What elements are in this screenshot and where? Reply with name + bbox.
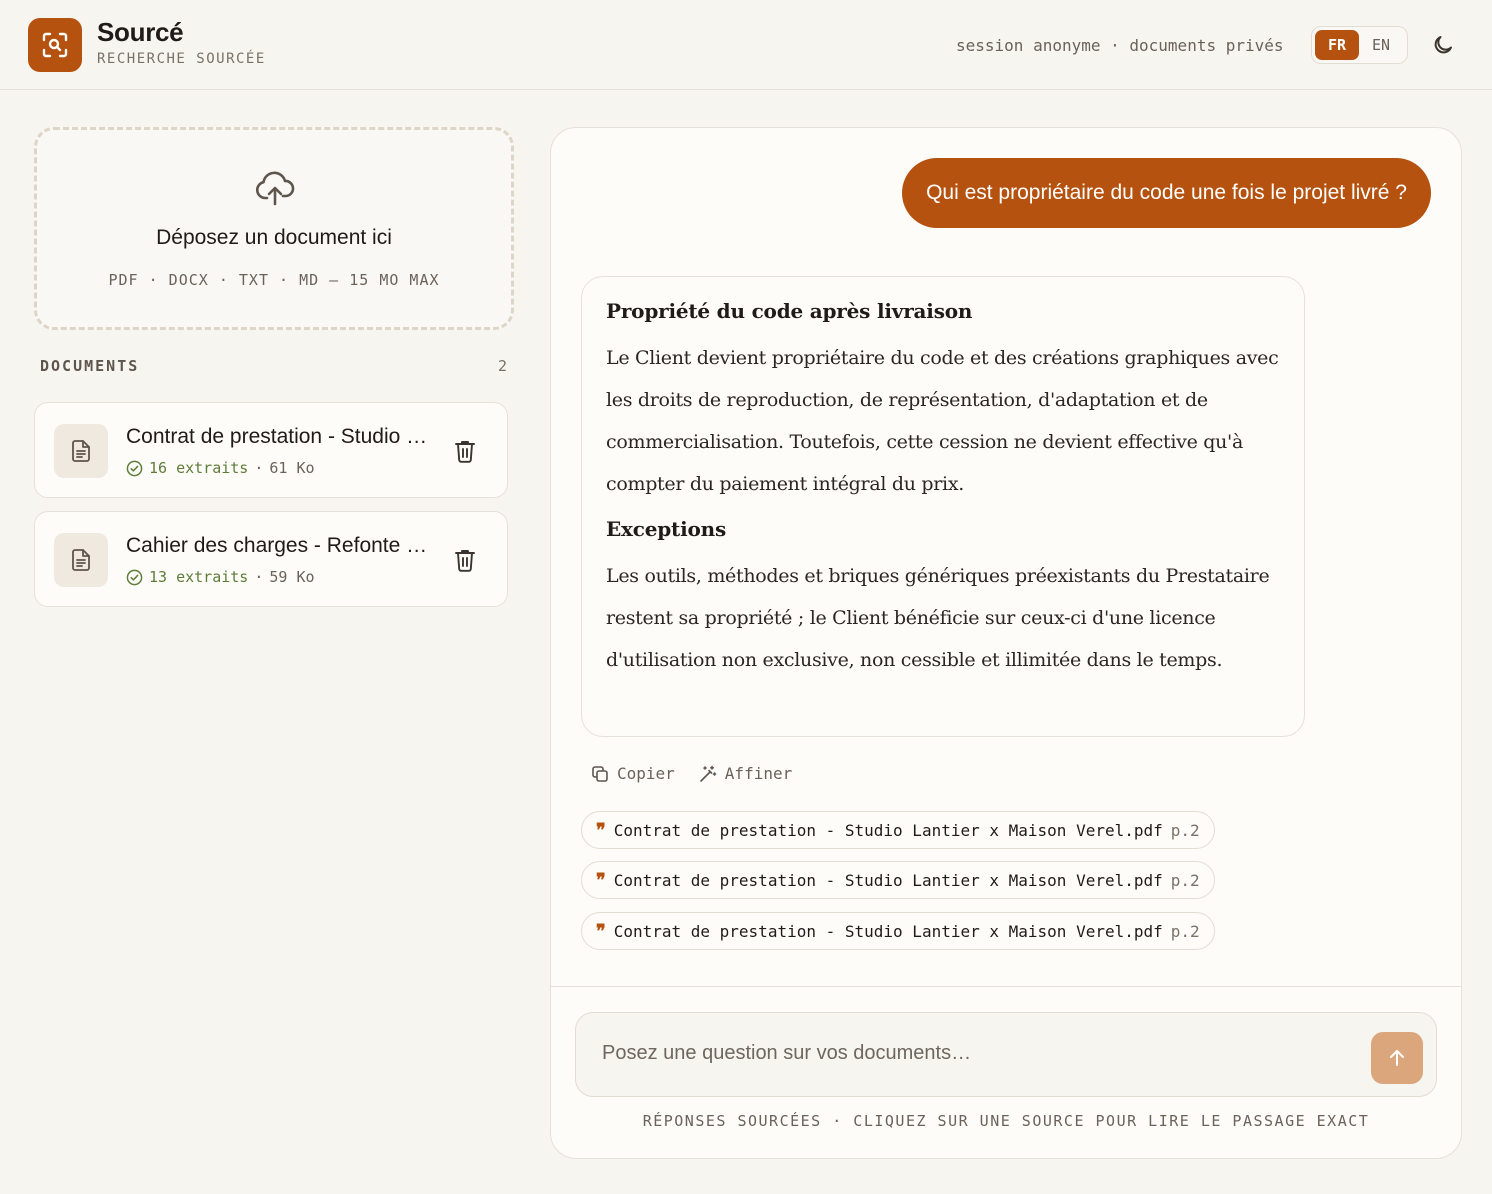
source-name: Contrat de prestation - Studio Lantier x… bbox=[613, 870, 1163, 890]
brand-title: Sourcé bbox=[97, 17, 184, 47]
user-message: Qui est propriétaire du code une fois le… bbox=[902, 158, 1431, 228]
source-citation[interactable]: ❞ Contrat de prestation - Studio Lantier… bbox=[581, 912, 1215, 950]
brand-subtitle: RECHERCHE SOURCÉE bbox=[97, 51, 266, 67]
copy-button[interactable]: Copier bbox=[591, 764, 675, 783]
source-page: p.2 bbox=[1170, 921, 1200, 941]
document-item[interactable]: Cahier des charges - Refonte du site.pdf… bbox=[34, 511, 508, 607]
source-citation[interactable]: ❞ Contrat de prestation - Studio Lantier… bbox=[581, 861, 1215, 899]
upload-title: Déposez un document ici bbox=[156, 226, 392, 249]
source-page: p.2 bbox=[1170, 870, 1200, 890]
app-logo bbox=[28, 18, 82, 72]
app-header: Sourcé RECHERCHE SOURCÉE session anonyme… bbox=[0, 0, 1492, 90]
document-extracts: 13 extraits bbox=[149, 568, 249, 586]
document-size: 59 Ko bbox=[269, 568, 315, 586]
language-en-button[interactable]: EN bbox=[1359, 30, 1403, 60]
answer-heading: Exceptions bbox=[606, 517, 727, 541]
meta-separator: · bbox=[254, 568, 264, 586]
source-name: Contrat de prestation - Studio Lantier x… bbox=[613, 921, 1163, 941]
source-name: Contrat de prestation - Studio Lantier x… bbox=[613, 820, 1163, 840]
send-button[interactable] bbox=[1371, 1032, 1423, 1084]
file-text-icon bbox=[54, 424, 108, 478]
composer-divider bbox=[551, 986, 1461, 987]
language-fr-button[interactable]: FR bbox=[1315, 30, 1359, 60]
copy-label: Copier bbox=[617, 764, 675, 783]
answer-paragraph: Le Client devient propriétaire du code e… bbox=[606, 347, 1279, 495]
footer-note: RÉPONSES SOURCÉES · CLIQUEZ SUR UNE SOUR… bbox=[642, 1112, 1370, 1130]
refine-label: Affiner bbox=[724, 764, 793, 783]
source-page: p.2 bbox=[1170, 820, 1200, 840]
document-size: 61 Ko bbox=[269, 459, 315, 477]
documents-heading: DOCUMENTS bbox=[40, 357, 140, 375]
quote-icon: ❞ bbox=[596, 819, 606, 841]
cloud-upload-icon bbox=[255, 171, 295, 206]
answer-paragraph: Les outils, méthodes et briques génériqu… bbox=[606, 565, 1270, 671]
quote-icon: ❞ bbox=[596, 920, 606, 942]
document-meta: 13 extraits · 59 Ko bbox=[126, 568, 315, 586]
answer-heading: Propriété du code après livraison bbox=[606, 299, 973, 323]
search-scan-icon bbox=[42, 32, 68, 58]
source-citation[interactable]: ❞ Contrat de prestation - Studio Lantier… bbox=[581, 811, 1215, 849]
meta-separator: · bbox=[254, 459, 264, 477]
document-name: Cahier des charges - Refonte du site.pdf bbox=[126, 534, 431, 557]
answer-actions: Copier Affiner bbox=[591, 764, 792, 783]
assistant-answer: Propriété du code après livraison Le Cli… bbox=[581, 276, 1305, 737]
session-status: session anonyme · documents privés bbox=[956, 36, 1284, 55]
quote-icon: ❞ bbox=[596, 869, 606, 891]
moon-icon[interactable] bbox=[1431, 33, 1455, 57]
upload-formats: PDF · DOCX · TXT · MD — 15 MO MAX bbox=[108, 271, 440, 289]
language-switcher: FR EN bbox=[1311, 26, 1408, 64]
arrow-up-icon bbox=[1390, 1050, 1404, 1066]
documents-count: 2 bbox=[498, 357, 508, 375]
document-extracts: 16 extraits bbox=[149, 459, 249, 477]
document-name: Contrat de prestation - Studio Lantier x… bbox=[126, 425, 431, 448]
chat-panel: Qui est propriétaire du code une fois le… bbox=[550, 127, 1462, 1159]
refine-button[interactable]: Affiner bbox=[699, 764, 792, 783]
trash-icon[interactable] bbox=[454, 439, 476, 463]
file-text-icon bbox=[54, 533, 108, 587]
check-circle-icon bbox=[126, 569, 143, 585]
trash-icon[interactable] bbox=[454, 548, 476, 572]
document-item[interactable]: Contrat de prestation - Studio Lantier x… bbox=[34, 402, 508, 498]
question-input[interactable] bbox=[602, 1035, 1342, 1071]
check-circle-icon bbox=[126, 460, 143, 476]
document-meta: 16 extraits · 61 Ko bbox=[126, 459, 315, 477]
upload-dropzone[interactable]: Déposez un document ici PDF · DOCX · TXT… bbox=[34, 127, 514, 330]
question-composer bbox=[575, 1012, 1437, 1097]
magic-wand-icon bbox=[699, 765, 717, 782]
copy-icon bbox=[592, 765, 608, 782]
